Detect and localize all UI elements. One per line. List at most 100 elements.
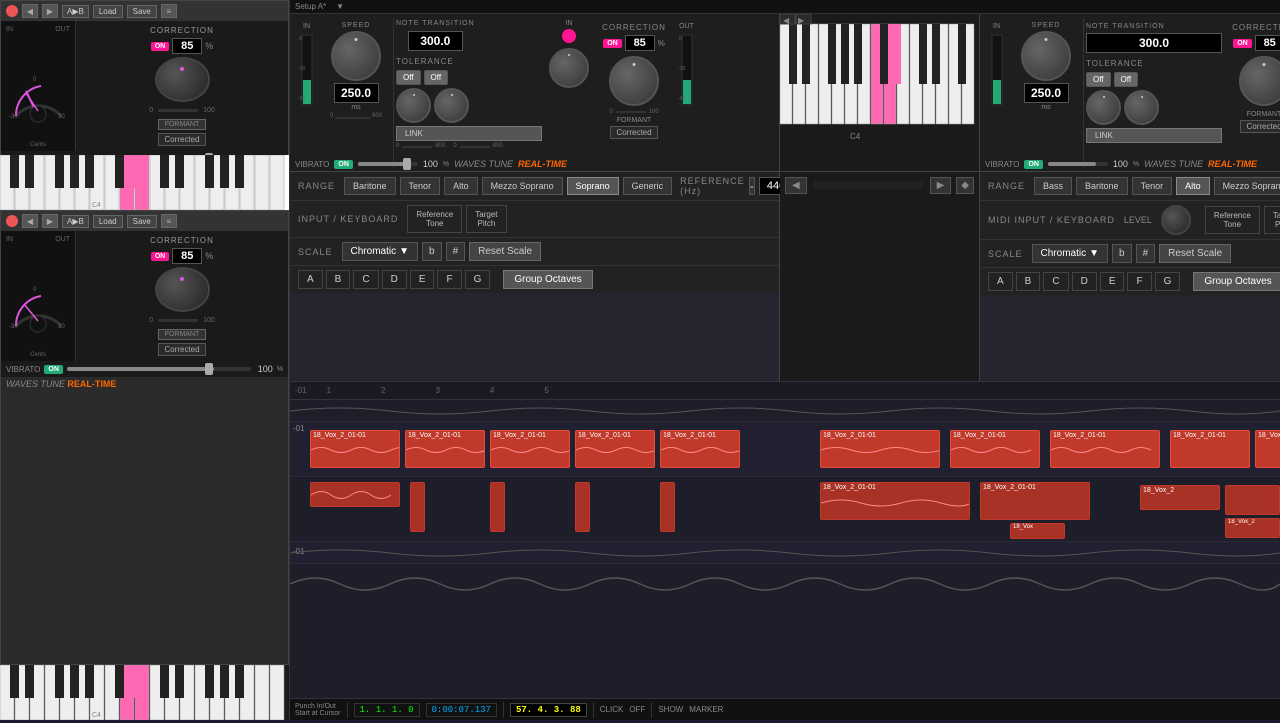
prev-btn-1[interactable]: ◀: [22, 4, 38, 18]
sub-clip-2[interactable]: [410, 482, 425, 532]
tenor-btn-right[interactable]: Tenor: [1132, 177, 1173, 195]
scale-dropdown-left[interactable]: Chromatic ▼: [342, 242, 418, 261]
zoom-btn[interactable]: ◆: [956, 177, 974, 194]
punch-in-out[interactable]: Punch In/Out Start at Cursor: [295, 703, 341, 717]
sub-clip-3[interactable]: [490, 482, 505, 532]
tol-knob1-left[interactable]: [396, 88, 431, 123]
clip-6[interactable]: 18_Vox_2_01-01: [820, 430, 940, 468]
mezzo-btn-right[interactable]: Mezzo Soprano: [1214, 177, 1280, 195]
note-c-right[interactable]: C: [1043, 272, 1068, 291]
menu-btn-2[interactable]: ≡: [161, 214, 177, 228]
note-f-right[interactable]: F: [1127, 272, 1151, 291]
note-knob[interactable]: [549, 48, 589, 88]
correction-big-knob[interactable]: [609, 56, 659, 106]
off-btn-1-right[interactable]: Off: [1086, 72, 1111, 87]
tol-knob2-left[interactable]: [434, 88, 469, 123]
alto-btn-left[interactable]: Alto: [444, 177, 478, 195]
load-btn-1[interactable]: Load: [93, 5, 123, 18]
on-btn-1[interactable]: ON: [151, 42, 170, 51]
speed-knob-left[interactable]: [331, 31, 381, 81]
reset-scale-right[interactable]: Reset Scale: [1159, 244, 1231, 263]
note-a-left[interactable]: A: [298, 270, 323, 289]
clip-10[interactable]: 18_Vox_2_01-01: [1255, 430, 1280, 468]
save-btn-2[interactable]: Save: [127, 215, 157, 228]
note-b-left[interactable]: B: [326, 270, 351, 289]
level-knob-right[interactable]: [1161, 205, 1191, 235]
note-a-right[interactable]: A: [988, 272, 1013, 291]
right-clip-1[interactable]: 18_Vox_2_01-01: [820, 482, 970, 520]
sub-clip-1[interactable]: [310, 482, 400, 507]
off-btn-transport[interactable]: OFF: [629, 705, 645, 714]
right-sub-clip-1[interactable]: 18_Vox: [1010, 523, 1065, 539]
note-f-left[interactable]: F: [437, 270, 461, 289]
right-clip-2[interactable]: 18_Vox_2_01-01: [980, 482, 1090, 520]
close-button-2[interactable]: [6, 215, 18, 227]
minus-btn-left[interactable]: -: [749, 177, 755, 195]
formant-btn-2[interactable]: FORMANT: [158, 329, 207, 340]
marker-btn[interactable]: MARKER: [689, 705, 723, 714]
tenor-btn-left[interactable]: Tenor: [400, 177, 441, 195]
on-btn-large-left[interactable]: ON: [603, 39, 622, 48]
vibrato-slider-large[interactable]: [358, 162, 418, 166]
target-pitch-btn-left[interactable]: TargetPitch: [466, 205, 506, 233]
bass-btn-right[interactable]: Bass: [1034, 177, 1072, 195]
ab-btn-2[interactable]: A▶B: [62, 215, 89, 228]
reference-tone-btn-right[interactable]: ReferenceTone: [1205, 206, 1260, 234]
close-button-1[interactable]: [6, 5, 18, 17]
reset-scale-left[interactable]: Reset Scale: [469, 242, 541, 261]
note-b-right[interactable]: B: [1016, 272, 1041, 291]
show-btn[interactable]: SHOW: [658, 705, 683, 714]
right-clip-3[interactable]: 18_Vox_2: [1140, 485, 1220, 510]
note-c-left[interactable]: C: [353, 270, 378, 289]
next-btn-2[interactable]: ▶: [42, 214, 58, 228]
sharp-btn-right[interactable]: #: [1136, 244, 1156, 263]
scroll-left-btn[interactable]: ◀: [785, 177, 807, 194]
ab-btn-1[interactable]: A▶B: [62, 5, 89, 18]
group-octaves-btn-left[interactable]: Group Octaves: [503, 270, 592, 289]
on-btn-large-right[interactable]: ON: [1233, 39, 1252, 48]
formant-btn-1[interactable]: FORMANT: [158, 119, 207, 130]
clip-7[interactable]: 18_Vox_2_01-01: [950, 430, 1040, 468]
baritone-btn-left[interactable]: Baritone: [344, 177, 396, 195]
on-btn-2[interactable]: ON: [151, 252, 170, 261]
right-clip-4[interactable]: [1225, 485, 1280, 515]
prev-btn-2[interactable]: ◀: [22, 214, 38, 228]
scale-dropdown-right[interactable]: Chromatic ▼: [1032, 244, 1108, 263]
clip-4[interactable]: 18_Vox_2_01-01: [575, 430, 655, 468]
link-btn-right[interactable]: LINK: [1086, 128, 1222, 143]
flat-btn-left[interactable]: b: [422, 242, 442, 261]
note-d-right[interactable]: D: [1072, 272, 1097, 291]
note-g-left[interactable]: G: [465, 270, 491, 289]
correction-knob-1[interactable]: [155, 57, 210, 102]
link-btn-left[interactable]: LINK: [396, 126, 542, 141]
off-btn-2-left[interactable]: Off: [424, 70, 449, 85]
note-e-left[interactable]: E: [410, 270, 435, 289]
formant-large-right[interactable]: FORMANT: [1247, 111, 1280, 118]
scroll-bar[interactable]: [814, 181, 923, 189]
clip-5[interactable]: 18_Vox_2_01-01: [660, 430, 740, 468]
next-btn-1[interactable]: ▶: [42, 4, 58, 18]
clip-9[interactable]: 18_Vox_2_01-01: [1170, 430, 1250, 468]
off-btn-1-left[interactable]: Off: [396, 70, 421, 85]
load-btn-2[interactable]: Load: [93, 215, 123, 228]
vibrato-on-2[interactable]: ON: [44, 365, 63, 374]
click-btn[interactable]: CLICK: [600, 705, 624, 714]
mezzo-btn-left[interactable]: Mezzo Soprano: [482, 177, 563, 195]
soprano-btn-left[interactable]: Soprano: [567, 177, 619, 195]
baritone-btn-right[interactable]: Baritone: [1076, 177, 1128, 195]
tol-knob1-right[interactable]: [1086, 90, 1121, 125]
target-pitch-btn-right[interactable]: TargetPitch: [1264, 206, 1280, 234]
vibrato-slider-large-r[interactable]: [1048, 162, 1108, 166]
group-octaves-btn-right[interactable]: Group Octaves: [1193, 272, 1280, 291]
flat-btn-right[interactable]: b: [1112, 244, 1132, 263]
note-e-right[interactable]: E: [1100, 272, 1125, 291]
sharp-btn-left[interactable]: #: [446, 242, 466, 261]
sub-clip-5[interactable]: [660, 482, 675, 532]
vibrato-on-large-right[interactable]: ON: [1024, 160, 1043, 169]
vibrato-on-large-left[interactable]: ON: [334, 160, 353, 169]
correction-knob-2[interactable]: [155, 267, 210, 312]
menu-btn-1[interactable]: ≡: [161, 4, 177, 18]
generic-btn-left[interactable]: Generic: [623, 177, 673, 195]
vibrato-slider-2[interactable]: [67, 367, 251, 371]
speed-knob-right[interactable]: [1021, 31, 1071, 81]
